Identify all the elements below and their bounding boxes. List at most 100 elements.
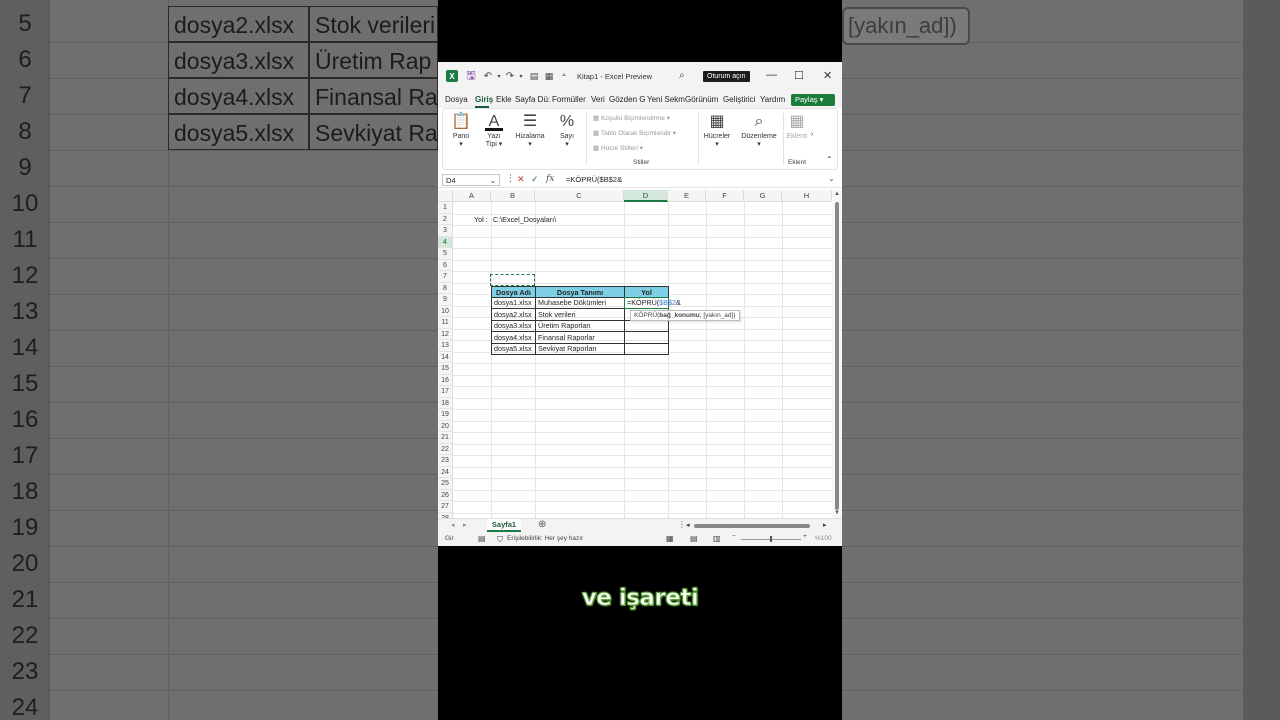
row-header[interactable]: 19 xyxy=(438,409,453,421)
file-name-cell[interactable]: dosya5.xlsx xyxy=(491,343,536,355)
tab-dosya[interactable]: Dosya xyxy=(445,95,468,104)
formula-input[interactable]: =KÖPRÜ($B$2& xyxy=(566,175,622,184)
row-header[interactable]: 22 xyxy=(438,443,453,455)
row-header[interactable]: 10 xyxy=(438,305,453,317)
row-header[interactable]: 11 xyxy=(438,317,453,329)
row-header[interactable]: 8 xyxy=(438,282,453,294)
row-header[interactable]: 23 xyxy=(438,455,453,467)
row-header[interactable]: 14 xyxy=(438,351,453,363)
worksheet-grid[interactable]: A B C D E F G H 1 2 3 4 5 6 7 8 9 10 11 12 13 14 15 16 1… xyxy=(438,190,832,518)
file-name-cell[interactable]: dosya2.xlsx xyxy=(491,308,536,321)
file-name-cell[interactable]: dosya1.xlsx xyxy=(491,297,536,309)
row-header[interactable]: 7 xyxy=(438,271,453,283)
row-header[interactable]: 21 xyxy=(438,432,453,444)
page-break-icon[interactable]: ▥ xyxy=(713,534,721,543)
share-button[interactable]: Paylaş ▾ xyxy=(791,94,835,106)
tab-yeni-sekme[interactable]: Yeni Sekm xyxy=(647,95,685,104)
cell-styles-button[interactable]: ▦ Hücre Stilleri ▾ xyxy=(593,144,643,152)
row-header[interactable]: 3 xyxy=(438,225,453,237)
row-header[interactable]: 18 xyxy=(438,397,453,409)
redo-dropdown-icon[interactable]: ▾ xyxy=(515,70,527,82)
next-sheet-icon[interactable]: ▸ xyxy=(463,521,467,529)
scroll-down-icon[interactable]: ▼ xyxy=(834,510,840,516)
row-header[interactable]: 13 xyxy=(438,340,453,352)
horizontal-scroll-thumb[interactable] xyxy=(694,524,810,528)
search-icon[interactable]: ⌕ xyxy=(679,70,685,81)
row-header[interactable]: 12 xyxy=(438,328,453,340)
path-result-cell[interactable] xyxy=(624,343,669,355)
column-header-c[interactable]: C xyxy=(535,190,624,202)
column-header-e[interactable]: E xyxy=(668,190,706,202)
collapse-ribbon-icon[interactable]: ⌃ xyxy=(826,155,833,164)
insert-function-icon[interactable]: fx xyxy=(546,174,554,184)
row-header[interactable]: 15 xyxy=(438,363,453,375)
row-header[interactable]: 27 xyxy=(438,501,453,513)
file-description-cell[interactable]: Stok verileri xyxy=(535,308,625,321)
column-header-g[interactable]: G xyxy=(744,190,782,202)
zoom-out-icon[interactable]: − xyxy=(732,533,736,540)
path-result-cell[interactable] xyxy=(624,320,669,332)
page-layout-icon[interactable]: ▤ xyxy=(690,534,698,543)
form-icon[interactable]: ▤ xyxy=(528,70,540,82)
tab-veri[interactable]: Veri xyxy=(591,95,605,104)
sheet-tab-sayfa1[interactable]: Sayfa1 xyxy=(487,519,521,532)
expand-formula-bar-icon[interactable]: ⌄ xyxy=(828,174,835,183)
sign-in-button[interactable]: Oturum açın xyxy=(703,71,750,82)
file-description-cell[interactable]: Sevkiyat Raporları xyxy=(535,343,625,355)
tab-ekle[interactable]: Ekle xyxy=(496,95,512,104)
editing-button[interactable]: ⌕ Düzenleme ▾ xyxy=(739,113,779,148)
clipboard-button[interactable]: 📋 Pano ▾ xyxy=(449,113,473,148)
scroll-up-icon[interactable]: ▲ xyxy=(834,191,840,197)
row-header[interactable]: 17 xyxy=(438,386,453,398)
formula-options-icon[interactable]: ⋮ xyxy=(506,173,515,184)
path-cell[interactable]: C:\Excel_Dosyaları\ xyxy=(491,214,624,225)
addins-button[interactable]: ▦ Eklenti xyxy=(786,113,808,140)
scroll-right-icon[interactable]: ▸ xyxy=(823,521,827,529)
scroll-left-icon[interactable]: ◂ xyxy=(686,521,690,529)
vertical-scrollbar[interactable]: ▲ ▼ xyxy=(832,190,842,518)
row-header[interactable]: 9 xyxy=(438,294,453,306)
minimize-button[interactable]: — xyxy=(766,69,777,81)
tab-sayfa-duzeni[interactable]: Sayfa Dü: xyxy=(515,95,550,104)
vertical-scroll-thumb[interactable] xyxy=(835,202,839,510)
tab-gorunum[interactable]: Görünüm xyxy=(685,95,718,104)
format-as-table-button[interactable]: ▦ Tablo Olarak Biçimlendir ▾ xyxy=(593,129,676,137)
row-header[interactable]: 4 xyxy=(438,236,453,248)
tab-gozden-gecir[interactable]: Gözden G xyxy=(609,95,645,104)
row-header[interactable]: 5 xyxy=(438,248,453,260)
cells-button[interactable]: ▦ Hücreler ▾ xyxy=(701,113,733,148)
row-header[interactable]: 2 xyxy=(438,213,453,225)
tab-yardim[interactable]: Yardım xyxy=(760,95,785,104)
ribbon-scroll-right-icon[interactable]: › xyxy=(811,131,813,138)
file-description-cell[interactable]: Üretim Raporları xyxy=(535,320,625,332)
customize-toolbar-icon[interactable]: ⩡ xyxy=(558,70,570,82)
macro-icon[interactable]: ▤ xyxy=(478,534,486,543)
column-header-b[interactable]: B xyxy=(491,190,535,202)
maximize-button[interactable]: ☐ xyxy=(794,69,804,82)
enter-icon[interactable]: ✓ xyxy=(531,174,539,185)
column-header-h[interactable]: H xyxy=(782,190,832,202)
row-header[interactable]: 6 xyxy=(438,259,453,271)
column-header-d[interactable]: D xyxy=(624,190,668,202)
tab-split-icon[interactable]: ⋮ xyxy=(678,520,686,529)
accessibility-status[interactable]: Erişilebilirlik: Her şey hazır xyxy=(507,535,583,542)
file-description-cell[interactable]: Muhasebe Dökümleri xyxy=(535,297,625,309)
row-header[interactable]: 25 xyxy=(438,478,453,490)
add-sheet-icon[interactable]: ⊕ xyxy=(538,519,546,530)
accessibility-icon[interactable]: ⛉ xyxy=(497,535,503,545)
name-box-dropdown-icon[interactable]: ⌄ xyxy=(490,175,496,186)
tab-formuller[interactable]: Formüller xyxy=(552,95,586,104)
column-header-f[interactable]: F xyxy=(706,190,744,202)
conditional-formatting-button[interactable]: ▦ Koşullu Biçimlendirme ▾ xyxy=(593,114,670,122)
font-button[interactable]: A Yazı Tipi ▾ xyxy=(481,113,507,148)
cancel-icon[interactable]: ✕ xyxy=(517,174,525,185)
zoom-slider-thumb[interactable] xyxy=(770,536,772,542)
file-name-cell[interactable]: dosya4.xlsx xyxy=(491,331,536,344)
normal-view-icon[interactable]: ▦ xyxy=(666,534,674,543)
zoom-level[interactable]: %100 xyxy=(815,535,832,542)
tab-gelistirici[interactable]: Geliştirici xyxy=(723,95,755,104)
select-all-corner[interactable] xyxy=(438,190,453,202)
row-header[interactable]: 26 xyxy=(438,489,453,501)
active-cell-d4[interactable]: =KÖPRÜ($B$2& xyxy=(624,297,681,309)
number-button[interactable]: % Sayı ▾ xyxy=(555,113,579,148)
